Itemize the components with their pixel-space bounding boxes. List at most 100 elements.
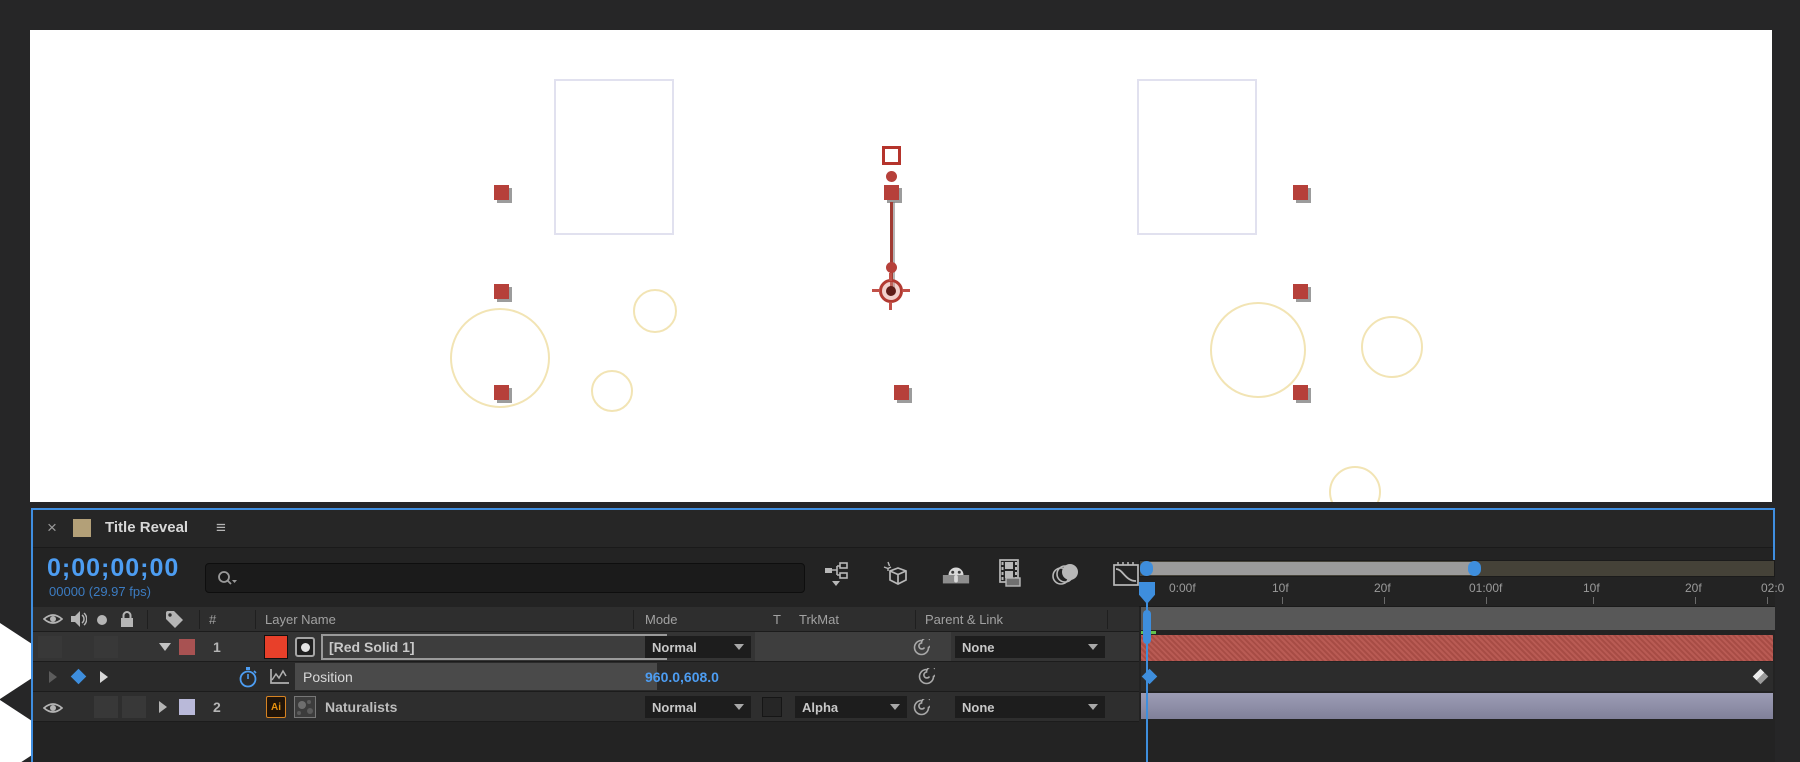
layer-index: 1 <box>213 639 221 655</box>
timeline-panel: × Title Reveal ≡ 0;00;00;00 00000 (29.97… <box>31 508 1784 762</box>
layer-index: 2 <box>213 699 221 715</box>
index-column-header[interactable]: # <box>209 612 216 627</box>
layer-bar-red-solid[interactable] <box>1141 635 1773 661</box>
stopwatch-icon[interactable] <box>237 666 259 688</box>
label-color-swatch[interactable] <box>179 639 195 655</box>
blend-mode-dropdown[interactable]: Normal <box>645 696 751 718</box>
comp-mini-flowchart-icon[interactable] <box>823 560 853 590</box>
layer-handle-top-left[interactable] <box>494 185 509 200</box>
blend-mode-dropdown[interactable]: Normal <box>645 636 751 658</box>
composition-viewer[interactable] <box>30 30 1772 502</box>
video-column-eye-icon[interactable] <box>43 612 63 626</box>
time-ruler[interactable]: 0:00f 10f 20f 01:00f 10f 20f 02:0 <box>1139 577 1784 607</box>
parent-dropdown[interactable]: None <box>955 696 1105 718</box>
ruler-label-4: 10f <box>1583 581 1600 595</box>
property-name-highlight[interactable]: Position <box>295 663 657 690</box>
layer-handle-mid-left[interactable] <box>494 284 509 299</box>
keyframe-diamond-end[interactable] <box>1752 668 1769 685</box>
ai-file-badge-icon: Ai <box>266 696 286 718</box>
motion-path-dot-top[interactable] <box>886 171 897 182</box>
t-column-header[interactable]: T <box>773 612 781 627</box>
parent-pick-whip-icon[interactable] <box>913 639 930 656</box>
chevron-down-icon <box>734 644 744 650</box>
solo-toggle-cell[interactable] <box>94 696 118 718</box>
layer-name-text: [Red Solid 1] <box>329 639 415 655</box>
layer-handle-top-center[interactable] <box>884 185 899 200</box>
shy-layers-icon[interactable] <box>941 560 971 590</box>
solo-toggle-cell[interactable] <box>94 636 118 658</box>
ruler-label-1: 10f <box>1272 581 1289 595</box>
timeline-navigator-track[interactable] <box>1139 560 1775 577</box>
parent-value: None <box>962 699 995 715</box>
layer-visibility-eye-icon[interactable] <box>43 701 63 715</box>
current-timecode[interactable]: 0;00;00;00 <box>47 554 179 583</box>
keyframe-diamond-start[interactable] <box>1141 668 1158 685</box>
lock-column-icon[interactable] <box>119 610 135 628</box>
layer-handle-top-right[interactable] <box>1293 185 1308 200</box>
trkmat-column-header[interactable]: TrkMat <box>799 612 839 627</box>
position-keyframe-track[interactable] <box>1141 662 1773 691</box>
chevron-down-icon <box>890 704 900 710</box>
draft-3d-icon[interactable] <box>881 560 911 590</box>
trkmat-value: Alpha <box>802 699 839 715</box>
layer-handle-bottom-center[interactable] <box>894 385 909 400</box>
video-toggle-cell[interactable] <box>38 636 62 658</box>
mode-column-header[interactable]: Mode <box>645 612 678 627</box>
motion-blur-icon[interactable] <box>1051 560 1081 590</box>
property-pick-whip-icon[interactable] <box>918 668 935 685</box>
blend-mode-value: Normal <box>652 699 697 715</box>
prev-keyframe-icon[interactable] <box>49 671 57 683</box>
tab-title[interactable]: Title Reveal <box>105 519 188 536</box>
solo-column-icon[interactable] <box>97 615 107 625</box>
label-color-swatch[interactable] <box>179 699 195 715</box>
velocity-graph-icon[interactable] <box>269 668 291 686</box>
next-keyframe-icon[interactable] <box>100 671 108 683</box>
playhead-handle[interactable] <box>1143 610 1151 644</box>
position-value[interactable]: 960.0,608.0 <box>645 669 719 685</box>
solid-layer-icon <box>295 637 315 657</box>
blend-mode-value: Normal <box>652 639 697 655</box>
keyframe-nav-diamond-icon[interactable] <box>70 668 87 685</box>
layer-collapse-arrow-icon[interactable] <box>159 701 167 713</box>
property-name: Position <box>303 668 353 685</box>
motion-path-end-keyframe[interactable] <box>882 146 901 165</box>
ruler-label-3: 01:00f <box>1469 581 1503 595</box>
layer-name-field[interactable]: [Red Solid 1] <box>321 634 667 660</box>
graph-editor-icon[interactable] <box>1111 559 1141 589</box>
navigator-end-handle[interactable] <box>1468 561 1481 576</box>
navigator-start-handle[interactable] <box>1140 561 1153 576</box>
frame-counter: 00000 (29.97 fps) <box>49 584 151 599</box>
layer-handle-mid-right[interactable] <box>1293 284 1308 299</box>
layer-handle-bottom-left[interactable] <box>494 385 509 400</box>
artwork-rect-right <box>1137 79 1257 235</box>
parent-pick-whip-icon[interactable] <box>913 699 930 716</box>
layer-bar-naturalists[interactable] <box>1141 693 1773 719</box>
layer-row-naturalists[interactable]: 2 Ai Naturalists Normal Alpha None <box>33 692 1139 722</box>
search-icon <box>218 571 237 585</box>
artwork-circle-small-left-2 <box>591 370 633 412</box>
position-property-row[interactable]: Position 960.0,608.0 <box>33 662 1139 692</box>
frame-blending-icon[interactable] <box>996 558 1026 588</box>
lock-toggle-cell[interactable] <box>122 696 146 718</box>
parent-dropdown[interactable]: None <box>955 636 1105 658</box>
label-column-tag-icon[interactable] <box>164 610 184 629</box>
tab-close-icon[interactable]: × <box>47 518 57 538</box>
layer-expand-arrow-icon[interactable] <box>159 643 171 651</box>
layer-name-text[interactable]: Naturalists <box>325 699 397 715</box>
layer-name-column-header[interactable]: Layer Name <box>265 612 336 627</box>
track-area[interactable] <box>1139 607 1775 762</box>
panel-menu-icon[interactable]: ≡ <box>216 518 226 538</box>
motion-path-dot-bottom[interactable] <box>886 262 897 273</box>
layer-row-red-solid[interactable]: 1 [Red Solid 1] Normal None <box>33 632 1139 662</box>
search-input[interactable] <box>205 563 805 593</box>
layer-handle-bottom-right[interactable] <box>1293 385 1308 400</box>
timeline-navigator-thumb[interactable] <box>1141 562 1479 575</box>
ruler-label-2: 20f <box>1374 581 1391 595</box>
preserve-transparency-checkbox[interactable] <box>762 697 782 717</box>
solid-color-thumbnail[interactable] <box>264 635 288 659</box>
audio-column-speaker-icon[interactable] <box>69 610 87 628</box>
trkmat-dropdown[interactable]: Alpha <box>795 696 907 718</box>
chevron-down-icon <box>1088 644 1098 650</box>
anchor-spike-top <box>889 273 892 281</box>
parent-link-column-header[interactable]: Parent & Link <box>925 612 1003 627</box>
